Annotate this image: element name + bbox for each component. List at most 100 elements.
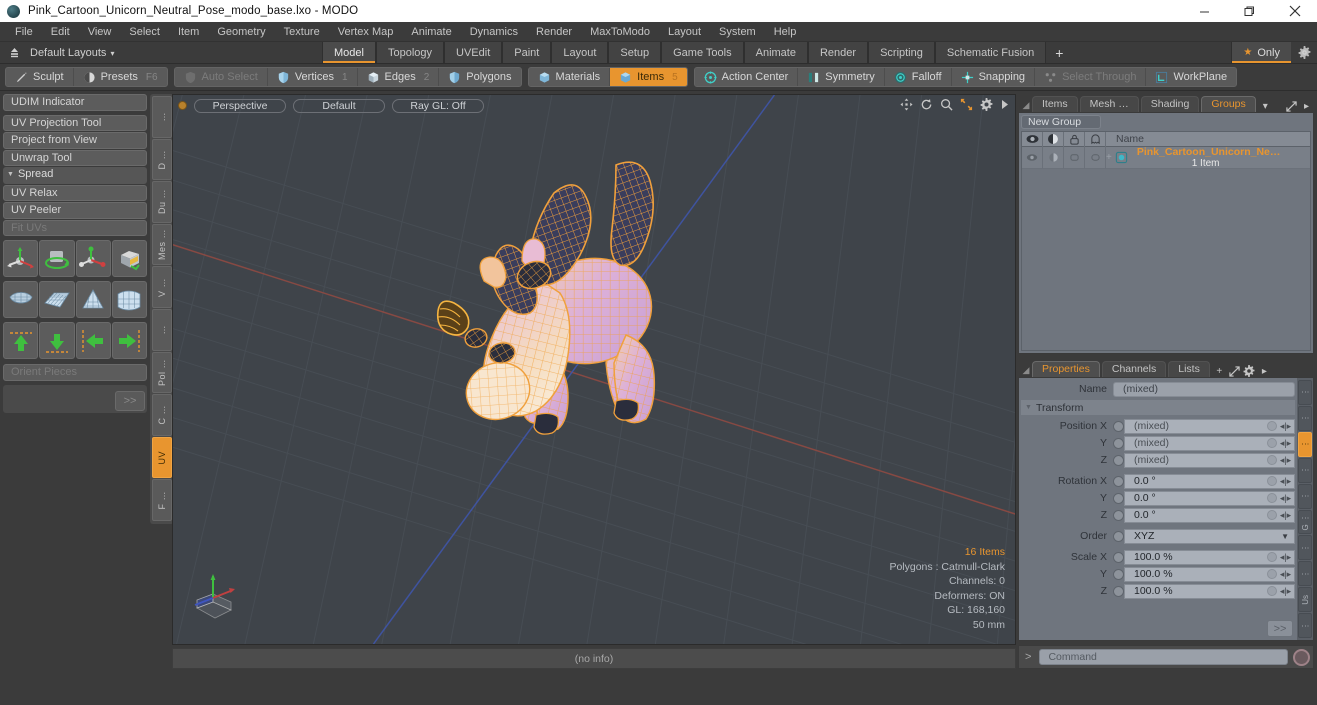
select-through-button[interactable]: Select Through [1035,68,1147,86]
position-z-knob[interactable] [1267,455,1277,465]
menu-item[interactable]: Item [169,22,208,42]
uv-flat-grid-icon[interactable] [39,281,75,318]
menu-file[interactable]: File [6,22,42,42]
layout-tab-setup[interactable]: Setup [608,42,662,63]
layout-tab-paint[interactable]: Paint [502,42,552,63]
row-render-toggle[interactable] [1043,146,1064,169]
position-y-knob[interactable] [1267,438,1277,448]
unwrap-tool-button[interactable]: Unwrap Tool [3,149,147,166]
menu-edit[interactable]: Edit [42,22,79,42]
viewport-raygl-button[interactable]: Ray GL: Off [392,98,484,113]
menu-texture[interactable]: Texture [275,22,329,42]
left-vtab-command[interactable]: C … [152,394,172,436]
tab-mesh[interactable]: Mesh … [1079,96,1139,112]
rotation-z-steppers[interactable]: ◂|▸ [1278,510,1293,521]
scale-y-input[interactable]: 100.0 % ◂|▸ [1124,566,1295,582]
prop-vtab-3[interactable]: ⋮ [1298,457,1312,483]
uv-align-up-icon[interactable] [3,322,39,359]
udim-indicator-button[interactable]: UDIM Indicator [3,94,147,111]
lock-icon[interactable] [1064,131,1085,147]
layout-tab-uvedit[interactable]: UVEdit [444,42,503,63]
rotation-y-channel-dot[interactable] [1113,492,1124,504]
scale-y-channel-dot[interactable] [1113,568,1124,580]
prop-vtab-1[interactable]: ⋮ [1298,405,1312,431]
ghost-icon[interactable] [1085,131,1106,147]
project-from-view-button[interactable]: Project from View [3,132,147,149]
presets-button[interactable]: Presets F6 [73,68,167,86]
left-vtab-5[interactable]: … [152,308,172,351]
edges-button[interactable]: Edges 2 [357,68,440,86]
rotation-x-channel-dot[interactable] [1113,475,1124,487]
uv-relax-button[interactable]: UV Relax [3,184,147,201]
orient-pieces-button[interactable]: Orient Pieces [3,364,147,381]
new-group-button[interactable]: New Group [1021,115,1101,129]
order-dropdown[interactable]: XYZ ▼ [1124,528,1295,544]
viewport-default-shading-button[interactable]: Default [293,98,385,113]
minimize-icon[interactable] [1182,0,1227,22]
layout-settings-gear-icon[interactable] [1291,42,1317,63]
uv-sphere-grid-icon[interactable] [111,281,147,318]
auto-select-button[interactable]: Auto Select [174,68,268,86]
workplane-button[interactable]: WorkPlane [1146,68,1237,86]
layout-tab-schematic-fusion[interactable]: Schematic Fusion [934,42,1047,63]
uv-peeler-button[interactable]: UV Peeler [3,202,147,219]
row-ghost-toggle[interactable] [1085,146,1106,169]
position-x-channel-dot[interactable] [1113,420,1124,432]
add-properties-tab-button[interactable]: + [1212,366,1227,377]
group-table-empty-area[interactable] [1022,169,1310,350]
perspective-viewport[interactable]: Perspective Default Ray GL: Off 16 Items… [172,94,1016,645]
tab-shading[interactable]: Shading [1140,96,1200,112]
prop-vtab-4[interactable]: ⋮ [1298,483,1312,509]
menu-geometry[interactable]: Geometry [208,22,274,42]
play-icon[interactable] [1000,99,1009,110]
rotation-y-steppers[interactable]: ◂|▸ [1278,493,1293,504]
uv-align-left-icon[interactable] [75,322,111,359]
menu-maxtomodo[interactable]: MaxToModo [581,22,659,42]
left-vtab-deform[interactable]: D … [152,138,172,181]
position-z-channel-dot[interactable] [1113,454,1124,466]
left-vtab-f[interactable]: F … [152,479,172,521]
uv-fit-mesh-icon[interactable] [3,281,39,318]
uv-move-gizmo-icon[interactable] [3,240,39,277]
name-field[interactable]: (mixed) [1113,381,1295,397]
transform-group-header[interactable]: ▼ Transform [1021,400,1295,415]
prop-vtab-6[interactable]: ⋮ [1298,535,1312,561]
row-lock-toggle[interactable] [1064,146,1085,169]
layout-tab-layout[interactable]: Layout [551,42,609,63]
properties-corner-icon[interactable]: ◢ [1020,363,1032,377]
viewport-perspective-button[interactable]: Perspective [194,98,286,113]
scale-z-steppers[interactable]: ◂|▸ [1278,586,1293,597]
position-z-steppers[interactable]: ◂|▸ [1278,455,1293,466]
position-y-input[interactable]: (mixed) ◂|▸ [1124,435,1295,451]
tab-properties[interactable]: Properties [1032,361,1100,377]
menu-animate[interactable]: Animate [402,22,460,42]
render-icon[interactable] [1043,131,1064,147]
scale-y-steppers[interactable]: ◂|▸ [1278,569,1293,580]
scale-x-input[interactable]: 100.0 % ◂|▸ [1124,549,1295,565]
more-options-chevron[interactable]: >> [115,390,145,411]
gear-icon[interactable] [980,98,993,111]
items-button[interactable]: Items 5 [610,68,687,86]
layout-tab-topology[interactable]: Topology [375,42,445,63]
layout-tab-animate[interactable]: Animate [743,42,808,63]
position-y-steppers[interactable]: ◂|▸ [1278,438,1293,449]
uv-align-right-icon[interactable] [111,322,147,359]
left-vtab-vertex[interactable]: V … [152,266,172,308]
prop-vtab-g[interactable]: G ⋮ [1298,509,1312,535]
menu-select[interactable]: Select [120,22,169,42]
uv-projection-tool-button[interactable]: UV Projection Tool [3,114,147,131]
gear-icon[interactable] [1242,365,1257,377]
table-row[interactable]: + Pink_Cartoon_Unicorn_Ne… 1 Item [1022,146,1310,169]
menu-render[interactable]: Render [527,22,581,42]
uv-cone-grid-icon[interactable] [75,281,111,318]
rotation-y-knob[interactable] [1267,493,1277,503]
scale-x-knob[interactable] [1267,552,1277,562]
rotate-icon[interactable] [920,98,933,111]
left-vtab-polygon[interactable]: Pol … [152,351,172,394]
layout-tab-game-tools[interactable]: Game Tools [661,42,744,63]
left-vtab-0[interactable]: … [152,96,172,138]
rotation-z-channel-dot[interactable] [1113,509,1124,521]
spread-section-header[interactable]: ▼ Spread [3,167,147,184]
record-icon[interactable] [1293,648,1310,666]
rotation-x-steppers[interactable]: ◂|▸ [1278,476,1293,487]
